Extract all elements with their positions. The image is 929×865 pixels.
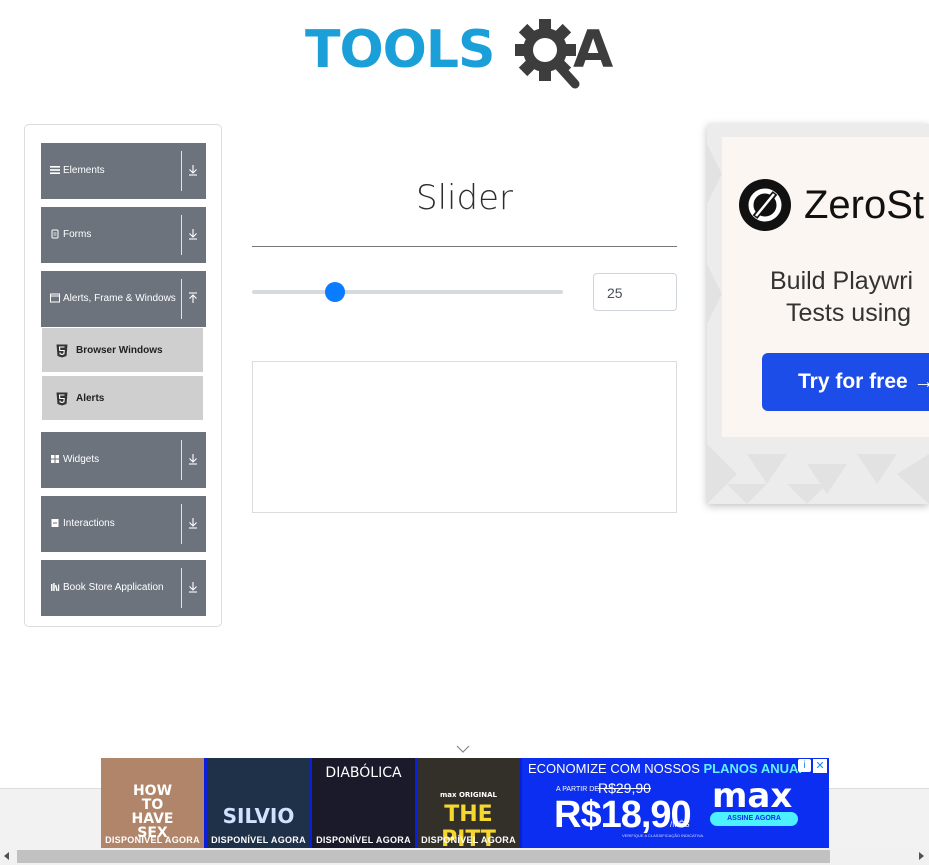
sidebar-group-label: Interactions (63, 518, 115, 529)
sidebar-item-alerts[interactable]: Alerts (42, 376, 203, 422)
bottom-advertisement[interactable]: HOW TO HAVE SEX DISPONÍVEL AGORA SILVIO … (101, 758, 829, 848)
ad-tile-the-pitt[interactable]: max ORIGINAL THE PITT DISPONÍVEL AGORA (417, 758, 520, 848)
divider (181, 440, 182, 480)
sidebar-group-alerts-frame-windows[interactable]: Alerts, Frame & Windows (41, 271, 206, 327)
page-title: Slider (416, 178, 513, 218)
sidebar-group-forms[interactable]: Forms (41, 207, 206, 263)
download-arrow-icon[interactable] (187, 227, 199, 241)
promo-headline: ECONOMIZE COM NOSSOS PLANOS ANUAI (528, 761, 802, 776)
sidebar-group-elements[interactable]: Elements (41, 143, 206, 199)
divider (181, 568, 182, 608)
ad-tile-title: DIABÓLICA (325, 765, 402, 781)
slider-value-field: 25 (593, 273, 677, 311)
subscribe-button[interactable]: ASSINE AGORA (710, 812, 798, 826)
sidebar-group-label: Elements (63, 165, 105, 176)
sidebar-item-label: Browser Windows (76, 345, 163, 356)
slider-track[interactable] (252, 290, 563, 294)
ad-card: ZeroSt Build Playwri Tests using Try for… (722, 137, 929, 437)
promo-headline-text: ECONOMIZE COM NOSSOS (528, 761, 704, 776)
range-slider[interactable] (252, 280, 563, 304)
logo-text: TOOLS (305, 20, 495, 80)
window-icon (50, 293, 60, 303)
try-for-free-button[interactable]: Try for free → (762, 353, 929, 411)
ad-tile-footer: DISPONÍVEL AGORA (211, 835, 306, 845)
toolsqa-logo[interactable]: TOOLS A (305, 14, 630, 92)
promo-per-month: /MÊS (670, 820, 690, 829)
download-arrow-icon[interactable] (187, 516, 199, 530)
max-logo: max (712, 776, 793, 816)
ad-tile-diabolica[interactable]: DIABÓLICA DISPONÍVEL AGORA (312, 758, 415, 848)
ad-tile-footer: DISPONÍVEL AGORA (421, 835, 516, 845)
scroll-left-icon[interactable] (4, 852, 9, 860)
scroll-right-icon[interactable] (919, 852, 924, 860)
ad-headline-line: Tests using (786, 299, 912, 327)
box-icon (51, 519, 59, 527)
content-box (252, 361, 677, 513)
promo-from-label: A PARTIR DE (556, 786, 599, 793)
ad-headline: Build Playwri Tests using (770, 265, 913, 329)
ad-promo[interactable]: ECONOMIZE COM NOSSOS PLANOS ANUAI A PART… (522, 758, 829, 848)
side-advertisement[interactable]: ZeroSt Build Playwri Tests using Try for… (707, 124, 929, 504)
grid-icon (51, 455, 59, 463)
ad-close-icon[interactable]: ✕ (813, 759, 827, 773)
html5-icon (56, 344, 68, 358)
zerostep-logo-icon (739, 179, 791, 231)
horizontal-scrollbar[interactable] (0, 848, 929, 865)
promo-disclaimer: VERIFIQUE A CLASSIFICAÇÃO INDICATIVA. (622, 833, 705, 838)
ad-brand-name: ZeroSt (804, 183, 925, 227)
html5-icon (56, 392, 68, 406)
sidebar: Elements Forms Alerts, Frame & Windows B… (24, 124, 222, 627)
ad-tile-how-to-have-sex[interactable]: HOW TO HAVE SEX DISPONÍVEL AGORA (101, 758, 204, 848)
divider (181, 215, 182, 255)
ad-tile-silvio[interactable]: SILVIO DISPONÍVEL AGORA (207, 758, 310, 848)
ad-headline-line: Build Playwri (770, 267, 914, 295)
download-arrow-icon[interactable] (187, 163, 199, 177)
hamburger-icon (50, 166, 60, 174)
sidebar-group-book-store[interactable]: Book Store Application (41, 560, 206, 616)
promo-headline-highlight: PLANOS ANUAI (703, 761, 802, 776)
divider (181, 151, 182, 191)
slider-thumb[interactable] (324, 282, 345, 302)
ad-tile-title: SILVIO (222, 804, 295, 828)
promo-price: R$18,90 (554, 794, 692, 836)
divider (181, 279, 182, 319)
sidebar-item-browser-windows[interactable]: Browser Windows (42, 328, 203, 374)
ad-tile-footer: DISPONÍVEL AGORA (105, 835, 200, 845)
sidebar-group-interactions[interactable]: Interactions (41, 496, 206, 552)
ad-info-icon[interactable]: i (798, 759, 811, 772)
download-arrow-icon[interactable] (187, 452, 199, 466)
ad-tile-title: HOW TO HAVE SEX (131, 783, 174, 841)
sidebar-group-label: Forms (63, 229, 92, 240)
divider (181, 504, 182, 544)
logo-text-suffix: A (573, 20, 614, 80)
ad-tile-badge: max ORIGINAL (439, 791, 497, 799)
scrollbar-thumb[interactable] (17, 850, 830, 863)
upload-arrow-icon[interactable] (187, 291, 199, 305)
sidebar-group-label: Alerts, Frame & Windows (63, 293, 176, 304)
sidebar-group-widgets[interactable]: Widgets (41, 432, 206, 488)
chevron-down-icon[interactable] (456, 745, 470, 753)
books-icon (51, 583, 60, 592)
sidebar-group-label: Widgets (63, 454, 100, 465)
sidebar-group-label: Book Store Application (63, 582, 164, 593)
ad-tile-footer: DISPONÍVEL AGORA (316, 835, 411, 845)
divider (252, 246, 677, 247)
sidebar-item-label: Alerts (76, 393, 105, 404)
download-arrow-icon[interactable] (187, 580, 199, 594)
document-icon (51, 229, 59, 239)
